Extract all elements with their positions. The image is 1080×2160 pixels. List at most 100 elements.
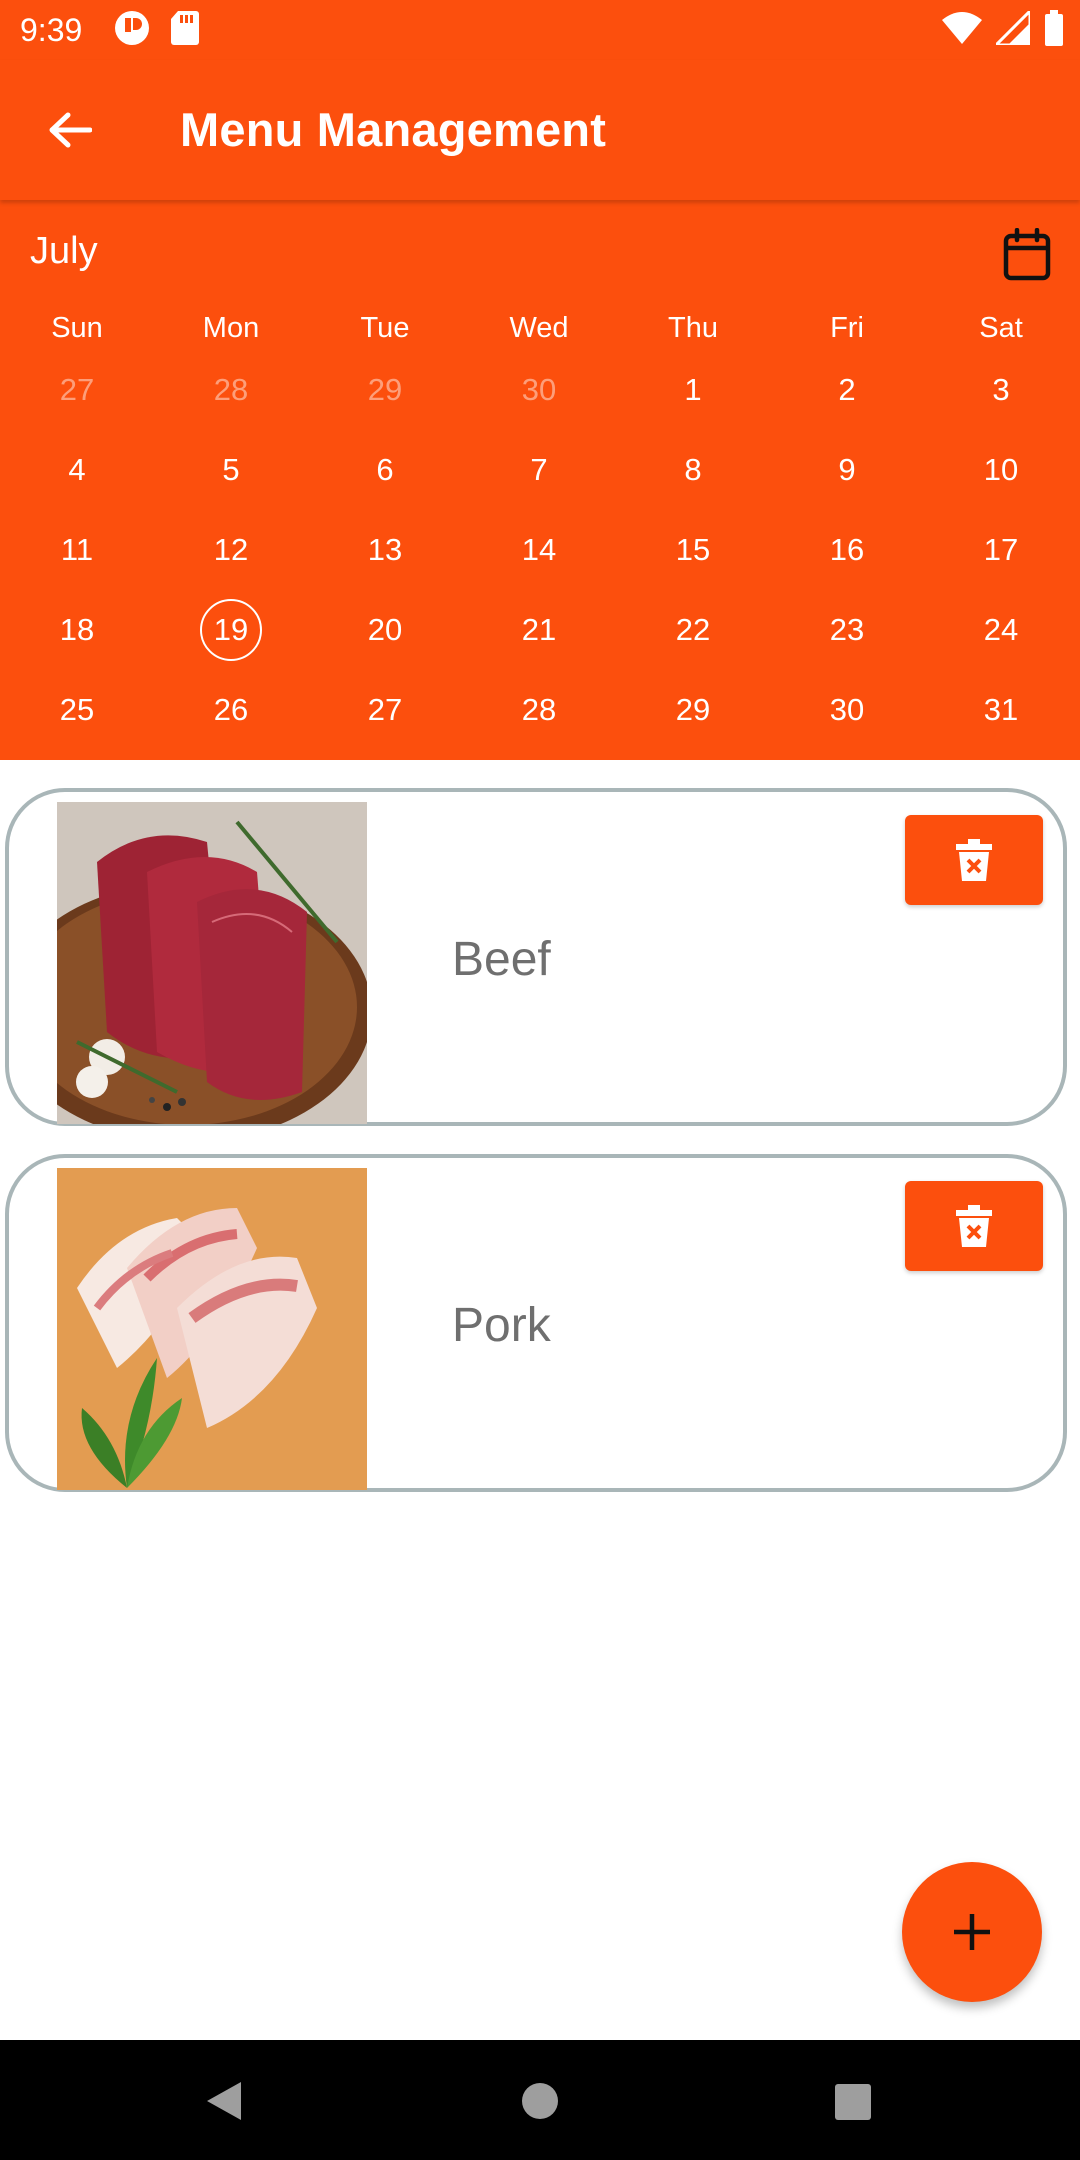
calendar-day-number: 13	[367, 532, 403, 567]
trash-icon	[956, 1205, 992, 1247]
calendar-day-number: 7	[530, 452, 548, 487]
calendar-day[interactable]: 25	[0, 670, 154, 750]
calendar-day-number: 18	[59, 612, 95, 647]
calendar-day-number: 10	[983, 452, 1019, 487]
calendar-icon	[1003, 227, 1051, 281]
calendar-day[interactable]: 5	[154, 430, 308, 510]
calendar-day-number: 16	[829, 532, 865, 567]
status-bar: 9:39	[0, 0, 1080, 60]
calendar-day-number: 30	[829, 692, 865, 727]
back-triangle-icon[interactable]	[205, 2080, 243, 2122]
calendar-day-number: 25	[59, 692, 95, 727]
calendar-week-row: 11 12 13 14 15 16 17	[0, 510, 1080, 590]
cellular-signal-icon	[992, 6, 1032, 50]
calendar-day[interactable]: 20	[308, 590, 462, 670]
weekday-label: Fri	[830, 312, 864, 344]
calendar-day[interactable]: 2	[770, 350, 924, 430]
calendar-day[interactable]: 9	[770, 430, 924, 510]
calendar-day-number: 14	[521, 532, 557, 567]
calendar-day[interactable]: 14	[462, 510, 616, 590]
calendar-day-number: 29	[675, 692, 711, 727]
weekday-label: Mon	[202, 312, 260, 344]
menu-item-name: Pork	[452, 1299, 551, 1352]
calendar-day[interactable]: 30	[462, 350, 616, 430]
back-button[interactable]	[40, 105, 100, 155]
delete-button[interactable]	[905, 815, 1043, 905]
calendar-day-number: 8	[684, 452, 702, 487]
calendar-day-number: 15	[675, 532, 711, 567]
calendar-day[interactable]: 28	[154, 350, 308, 430]
calendar-day-number: 11	[60, 532, 94, 567]
calendar-day-selected[interactable]: 19	[154, 590, 308, 670]
notification-app-icon	[114, 10, 150, 51]
calendar-day[interactable]: 27	[308, 670, 462, 750]
menu-item-card[interactable]: Beef	[5, 788, 1067, 1126]
calendar-day[interactable]: 28	[462, 670, 616, 750]
app-bar: Menu Management	[0, 60, 1080, 200]
calendar-day[interactable]: 26	[154, 670, 308, 750]
calendar-day-number: 22	[675, 612, 711, 647]
weekday-label: Wed	[509, 312, 569, 344]
calendar-day-number: 5	[222, 452, 240, 487]
calendar-day[interactable]: 12	[154, 510, 308, 590]
food-image-beef	[57, 802, 367, 1124]
system-nav-bar	[0, 2040, 1080, 2160]
calendar-day[interactable]: 16	[770, 510, 924, 590]
calendar-day-number: 26	[213, 692, 249, 727]
calendar-day[interactable]: 8	[616, 430, 770, 510]
menu-item-name: Beef	[452, 933, 551, 986]
battery-icon	[1044, 9, 1064, 51]
calendar-day[interactable]: 29	[616, 670, 770, 750]
weekday-label: Tue	[360, 312, 410, 344]
calendar-day[interactable]: 29	[308, 350, 462, 430]
calendar-day[interactable]: 17	[924, 510, 1078, 590]
recents-square-icon[interactable]	[834, 2083, 872, 2121]
calendar-day[interactable]: 10	[924, 430, 1078, 510]
calendar-day[interactable]: 30	[770, 670, 924, 750]
arrow-left-icon	[49, 112, 92, 148]
calendar-day[interactable]: 27	[0, 350, 154, 430]
delete-button[interactable]	[905, 1181, 1043, 1271]
status-time: 9:39	[20, 12, 83, 48]
calendar-day-number: 9	[838, 452, 856, 487]
add-menu-item-button[interactable]	[902, 1862, 1042, 2002]
wifi-icon	[942, 11, 982, 49]
calendar-day[interactable]: 15	[616, 510, 770, 590]
calendar-day[interactable]: 31	[924, 670, 1078, 750]
weekday-header: Sun Mon Tue Wed Thu Fri Sat	[0, 312, 1080, 345]
plus-icon	[954, 1914, 990, 1950]
calendar-week-row: 25 26 27 28 29 30 31	[0, 670, 1080, 750]
calendar-day-number: 27	[59, 372, 95, 407]
calendar-day-number: 29	[367, 372, 403, 407]
calendar-day-number: 2	[838, 372, 856, 407]
calendar-day[interactable]: 1	[616, 350, 770, 430]
calendar-day-number: 21	[521, 612, 557, 647]
page-title: Menu Management	[180, 103, 607, 156]
sd-card-icon	[170, 10, 200, 50]
calendar-day-number: 24	[983, 612, 1019, 647]
calendar-day[interactable]: 21	[462, 590, 616, 670]
calendar-day[interactable]: 23	[770, 590, 924, 670]
calendar-week-row: 18 19 20 21 22 23 24	[0, 590, 1080, 670]
menu-item-card[interactable]: Pork	[5, 1154, 1067, 1492]
weekday-label: Sun	[51, 312, 103, 344]
calendar-day-number: 12	[213, 532, 249, 567]
calendar-day[interactable]: 18	[0, 590, 154, 670]
calendar-day[interactable]: 3	[924, 350, 1078, 430]
calendar-day-number: 3	[992, 372, 1010, 407]
home-circle-icon[interactable]	[521, 2082, 559, 2120]
calendar-day[interactable]: 24	[924, 590, 1078, 670]
calendar-day-number: 20	[367, 612, 403, 647]
calendar-day[interactable]: 4	[0, 430, 154, 510]
menu-list: Beef Pork	[0, 788, 1080, 1520]
calendar-day[interactable]: 7	[462, 430, 616, 510]
calendar-picker-button[interactable]	[1002, 227, 1052, 282]
calendar-day[interactable]: 22	[616, 590, 770, 670]
calendar-day[interactable]: 13	[308, 510, 462, 590]
day-grid: 27 28 29 30 1 2 3 4 5 6 7 8 9 10 11 12 13 14 15 16 17 18 19 20 2…	[0, 350, 1080, 750]
trash-icon	[956, 839, 992, 881]
calendar-day[interactable]: 11	[0, 510, 154, 590]
calendar-day[interactable]: 6	[308, 430, 462, 510]
calendar-day-number: 23	[829, 612, 865, 647]
weekday-label: Sat	[979, 312, 1023, 344]
